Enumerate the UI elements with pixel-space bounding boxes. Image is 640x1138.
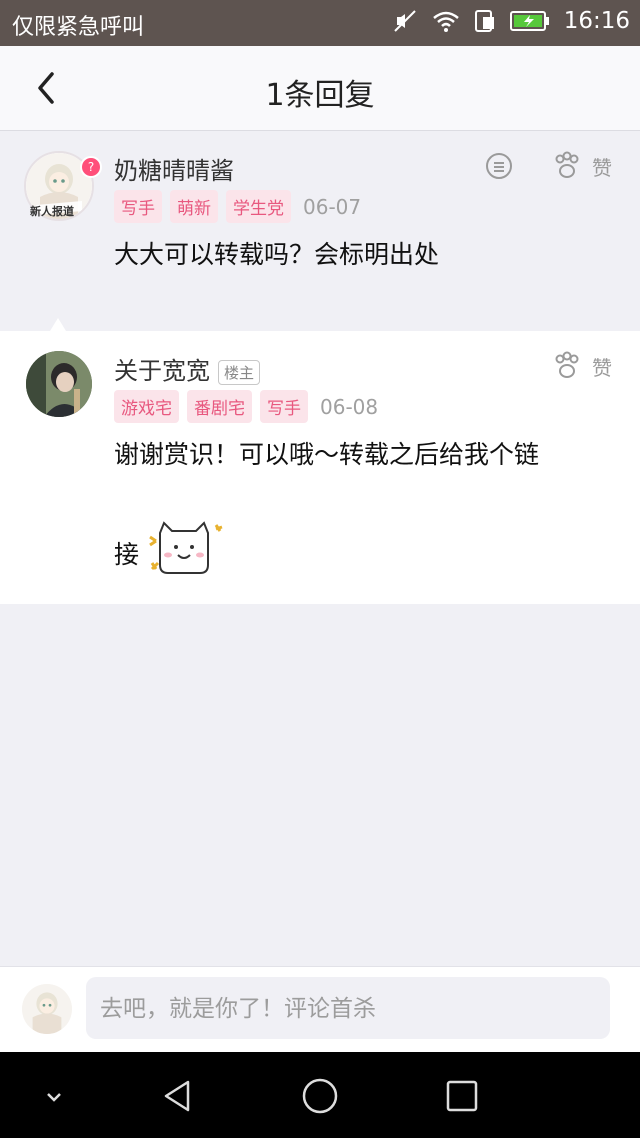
clock: 16:16 bbox=[563, 8, 630, 34]
collapse-chevron-icon[interactable] bbox=[32, 1074, 76, 1118]
user-tag: 写手 bbox=[114, 190, 162, 223]
recents-square-icon[interactable] bbox=[440, 1074, 484, 1118]
op-badge: 楼主 bbox=[218, 359, 261, 385]
reply-pointer bbox=[50, 318, 66, 331]
avatar-image bbox=[26, 351, 92, 417]
avatar[interactable] bbox=[26, 351, 92, 417]
avatar-image bbox=[22, 984, 72, 1034]
user-tag: 游戏宅 bbox=[114, 390, 179, 423]
user-tag: 萌新 bbox=[170, 190, 218, 223]
back-triangle-icon[interactable] bbox=[156, 1074, 200, 1118]
status-bar: 仅限紧急呼叫 16:16 bbox=[0, 0, 640, 46]
comment-card: 关于宽宽 楼主 游戏宅 番剧宅 写手 06-08 谢谢赏识！可以哦～转载之后给我个… bbox=[0, 331, 640, 604]
comment-date: 06-07 bbox=[303, 194, 362, 219]
comment-input[interactable] bbox=[86, 977, 602, 1041]
comment-input-wrapper bbox=[86, 977, 610, 1041]
user-tags: 游戏宅 番剧宅 写手 06-08 bbox=[114, 390, 378, 423]
home-circle-icon[interactable] bbox=[298, 1074, 342, 1118]
reply-bubble-icon[interactable] bbox=[484, 151, 514, 181]
username-row: 关于宽宽 楼主 bbox=[114, 351, 261, 386]
comment-text: 大大可以转载吗？会标明出处 bbox=[114, 240, 440, 269]
sim-icon bbox=[474, 10, 494, 32]
user-tag: 写手 bbox=[260, 390, 308, 423]
carrier-label: 仅限紧急呼叫 bbox=[12, 15, 145, 40]
question-badge-icon: ? bbox=[80, 156, 102, 178]
comment-text-line: 谢谢赏识！可以哦～转载之后给我个链 bbox=[114, 440, 540, 469]
cat-emoji-sticker bbox=[149, 521, 223, 574]
like-label[interactable]: 赞 bbox=[592, 352, 612, 381]
user-tags: 写手 萌新 学生党 06-07 bbox=[114, 190, 361, 223]
my-avatar[interactable] bbox=[22, 984, 72, 1034]
paw-like-icon[interactable] bbox=[552, 151, 582, 181]
system-nav-bar bbox=[0, 1052, 640, 1138]
comment-text-line: 接 bbox=[114, 540, 140, 569]
like-label[interactable]: 赞 bbox=[592, 152, 612, 181]
battery-icon bbox=[509, 11, 549, 31]
user-tag: 学生党 bbox=[226, 190, 291, 223]
username[interactable]: 关于宽宽 bbox=[114, 357, 210, 385]
wifi-icon bbox=[432, 11, 459, 32]
avatar-badge-text: 新人报道 bbox=[30, 205, 74, 218]
comment-date: 06-08 bbox=[320, 394, 379, 419]
top-bar: 1条回复 bbox=[0, 46, 640, 131]
paw-like-icon[interactable] bbox=[552, 351, 582, 381]
mute-icon bbox=[393, 10, 416, 32]
comment-card: 新人报道 ? 奶糖晴晴酱 写手 萌新 学生党 06-07 大大可以转载吗？会标明… bbox=[0, 131, 640, 330]
comment-input-bar bbox=[0, 966, 640, 1053]
user-tag: 番剧宅 bbox=[187, 390, 252, 423]
username[interactable]: 奶糖晴晴酱 bbox=[114, 151, 234, 186]
page-title: 1条回复 bbox=[265, 78, 375, 113]
